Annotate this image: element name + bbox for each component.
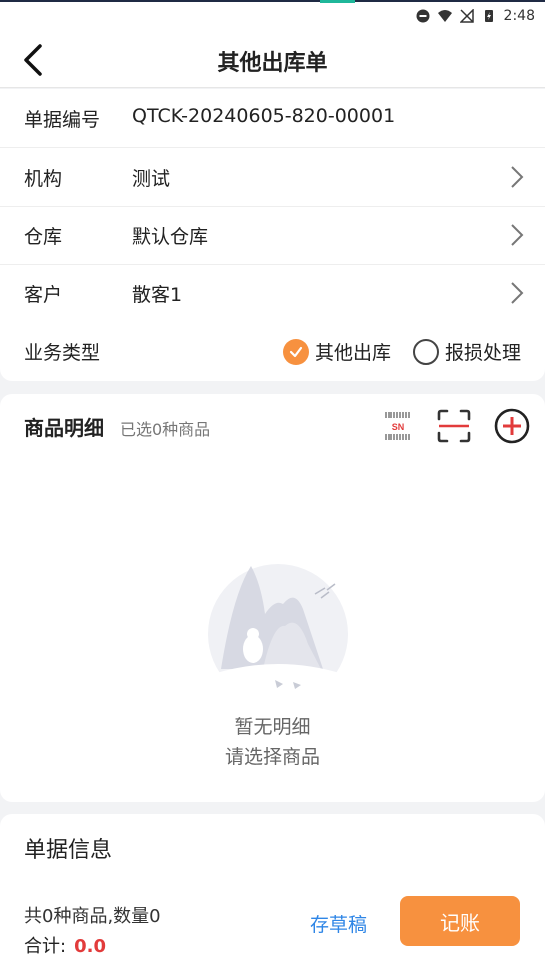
doc-info-card: 单据信息 共0种商品,数量0 合计: 0.0 存草稿 记账 [0, 814, 545, 970]
biz-type-radio-group: 其他出库 报损处理 [282, 338, 521, 365]
status-accent [320, 0, 355, 3]
empty-hint: 请选择商品 [224, 746, 320, 768]
customer-value: 散客1 [132, 284, 183, 306]
sn-label: SN [392, 422, 405, 432]
signal-icon [459, 9, 474, 23]
page-title: 其他出库单 [217, 51, 328, 76]
form-card: 单据编号 QTCK-20240605-820-00001 机构 测试 仓库 默认… [0, 89, 545, 381]
total-line: 合计: 0.0 [24, 932, 106, 958]
chevron-right-icon [511, 166, 524, 188]
empty-state-illustration [208, 564, 348, 704]
radio-loss-processing[interactable]: 报损处理 [412, 338, 521, 365]
post-button[interactable]: 记账 [400, 896, 520, 946]
chevron-right-icon [511, 282, 524, 304]
radio-other-outbound[interactable]: 其他出库 [282, 338, 391, 365]
status-icons: 2:48 [416, 8, 535, 24]
status-bar: 2:48 [0, 0, 545, 32]
empty-title: 暂无明细 [234, 716, 311, 738]
doc-no-row: 单据编号 QTCK-20240605-820-00001 [0, 89, 545, 147]
org-label: 机构 [24, 168, 63, 190]
checked-radio-icon [282, 338, 309, 365]
sn-barcode-icon[interactable]: SN [380, 408, 416, 444]
total-label: 合计: [24, 936, 67, 957]
total-amount: 0.0 [74, 936, 106, 957]
wifi-icon [437, 10, 452, 22]
battery-icon [484, 10, 493, 22]
scan-icon[interactable] [436, 408, 472, 444]
items-header: 商品明细 已选0种商品 [24, 412, 210, 441]
biz-type-label: 业务类型 [24, 342, 101, 364]
item-summary: 共0种商品,数量0 [24, 906, 161, 927]
items-card: 商品明细 已选0种商品 SN 暂无明细 请选择商品 [0, 394, 545, 802]
radio-label: 其他出库 [314, 342, 391, 364]
dnd-icon [416, 9, 430, 23]
nav-bar: 其他出库单 [0, 32, 545, 88]
warehouse-label: 仓库 [24, 226, 63, 248]
unchecked-radio-icon [412, 338, 439, 365]
org-value: 测试 [132, 168, 171, 190]
radio-label: 报损处理 [444, 342, 521, 364]
warehouse-value: 默认仓库 [132, 226, 209, 248]
customer-label: 客户 [24, 284, 63, 306]
items-title: 商品明细 [24, 416, 104, 440]
doc-no-label: 单据编号 [24, 109, 101, 131]
chevron-right-icon [511, 224, 524, 246]
items-count: 已选0种商品 [120, 420, 211, 439]
doc-info-title: 单据信息 [24, 838, 113, 863]
org-row[interactable]: 机构 测试 [0, 148, 545, 206]
save-draft-button[interactable]: 存草稿 [310, 910, 367, 937]
warehouse-row[interactable]: 仓库 默认仓库 [0, 206, 545, 264]
customer-row[interactable]: 客户 散客1 [0, 264, 545, 322]
doc-no-value: QTCK-20240605-820-00001 [132, 105, 396, 127]
status-time: 2:48 [503, 8, 535, 24]
add-item-icon[interactable] [494, 408, 530, 444]
